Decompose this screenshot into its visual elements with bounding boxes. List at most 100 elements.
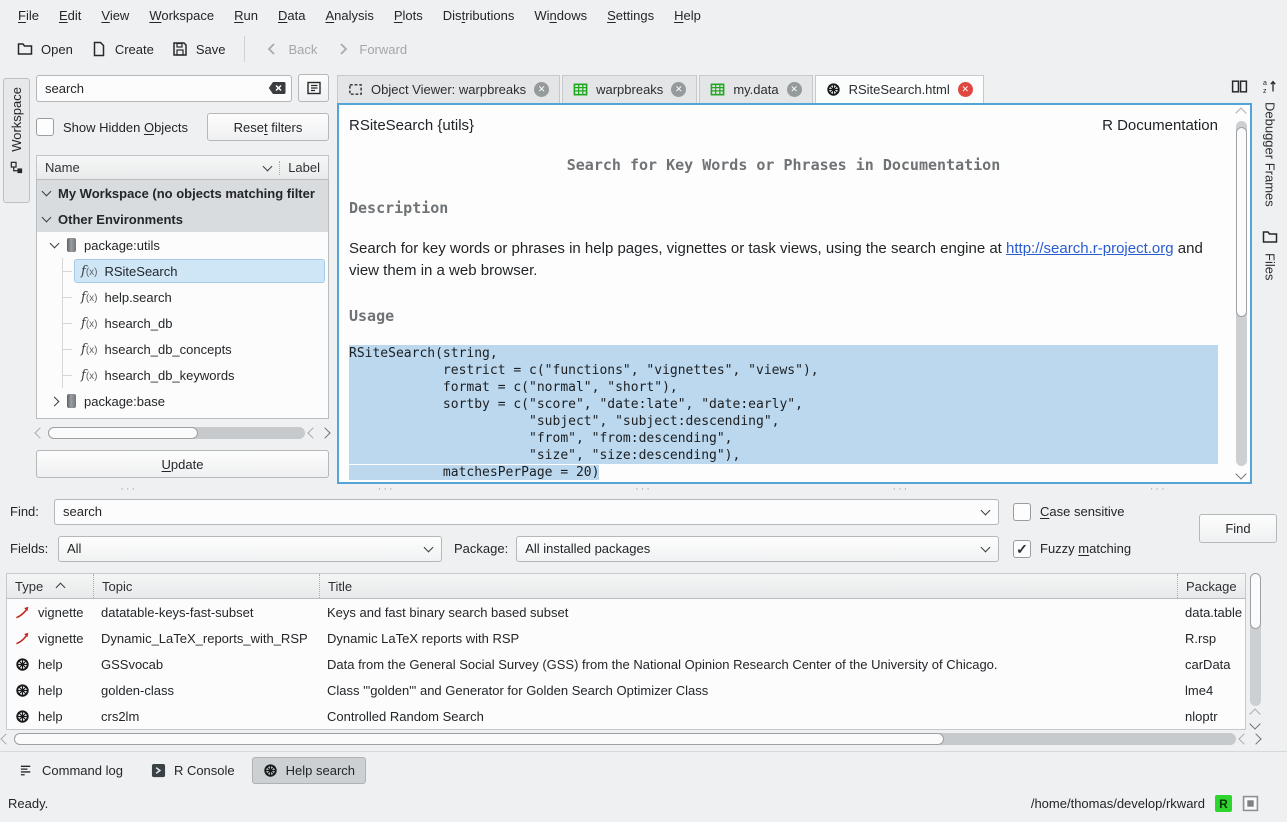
tree-item-help-search[interactable]: f(x)help.search: [63, 284, 328, 310]
menu-view[interactable]: View: [91, 4, 139, 27]
horizontal-splitter[interactable]: ···············: [0, 484, 1287, 493]
chevron-down-icon[interactable]: [42, 213, 52, 223]
close-icon[interactable]: [787, 82, 802, 97]
fuzzy-matching-checkbox[interactable]: [1013, 540, 1031, 558]
menu-file[interactable]: File: [8, 4, 49, 27]
reset-filters-button[interactable]: Reset filters: [207, 113, 329, 141]
split-view-button[interactable]: [1231, 78, 1248, 95]
tree-section-my-workspace[interactable]: My Workspace (no objects matching filter: [37, 180, 328, 206]
result-type[interactable]: help: [7, 651, 93, 677]
result-topic[interactable]: golden-class: [93, 677, 319, 703]
result-package[interactable]: nloptr: [1177, 703, 1247, 729]
find-combobox[interactable]: [54, 499, 999, 525]
scrollbar-thumb[interactable]: [48, 427, 198, 439]
result-title[interactable]: Data from the General Social Survey (GSS…: [319, 651, 1177, 677]
menu-distributions[interactable]: Distributions: [433, 4, 525, 27]
forward-button[interactable]: Forward: [326, 35, 416, 63]
tree-item-hsearch-db-concepts[interactable]: f(x)hsearch_db_concepts: [63, 336, 328, 362]
tab-object-viewer-warpbreaks[interactable]: Object Viewer: warpbreaks: [337, 75, 560, 103]
chevron-right-icon[interactable]: [50, 396, 60, 406]
menu-help[interactable]: Help: [664, 4, 711, 27]
clear-search-icon[interactable]: [268, 81, 286, 95]
menu-settings[interactable]: Settings: [597, 4, 664, 27]
result-package[interactable]: carData: [1177, 651, 1247, 677]
tree-item-rsitesearch[interactable]: f(x)RSiteSearch: [63, 258, 328, 284]
tree-item-package-base[interactable]: package:base: [37, 388, 328, 414]
result-topic[interactable]: Dynamic_LaTeX_reports_with_RSP: [93, 625, 319, 651]
command-log-tab[interactable]: Command log: [8, 757, 134, 784]
type-column-header[interactable]: Type: [7, 574, 93, 598]
tab-warpbreaks[interactable]: warpbreaks: [562, 75, 697, 103]
result-topic[interactable]: GSSvocab: [93, 651, 319, 677]
open-button[interactable]: Open: [8, 35, 82, 63]
search-r-project-link[interactable]: http://search.r-project.org: [1006, 240, 1174, 257]
workspace-panel: Show Hidden Objects Reset filters Name L…: [36, 74, 329, 478]
find-input[interactable]: [55, 500, 998, 524]
package-column-header[interactable]: Package: [1177, 574, 1247, 598]
name-column-header[interactable]: Name: [45, 160, 80, 175]
scroll-left-arrow[interactable]: [34, 427, 45, 438]
scroll-left-arrow[interactable]: [0, 733, 11, 744]
tree-item-hsearch-db[interactable]: f(x)hsearch_db: [63, 310, 328, 336]
tree-section-other-environments[interactable]: Other Environments: [37, 206, 328, 232]
result-topic[interactable]: crs2lm: [93, 703, 319, 729]
close-icon[interactable]: [534, 82, 549, 97]
files-dock-tab[interactable]: Files: [1262, 229, 1278, 280]
scrollbar-thumb[interactable]: [14, 733, 944, 745]
object-filter-input[interactable]: [36, 75, 292, 102]
r-console-tab[interactable]: R Console: [140, 757, 246, 784]
filter-options-button[interactable]: [298, 74, 329, 102]
scrollbar-thumb[interactable]: [1236, 127, 1247, 317]
case-sensitive-checkbox[interactable]: [1013, 503, 1031, 521]
menu-windows[interactable]: Windows: [524, 4, 597, 27]
show-hidden-checkbox[interactable]: [36, 118, 54, 136]
result-package[interactable]: lme4: [1177, 677, 1247, 703]
result-type[interactable]: help: [7, 703, 93, 729]
menu-edit[interactable]: Edit: [49, 4, 91, 27]
working-directory: /home/thomas/develop/rkward: [1031, 796, 1205, 811]
scroll-right-arrow[interactable]: [319, 427, 330, 438]
usage-code-block[interactable]: RSiteSearch(string, restrict = c("functi…: [349, 345, 1218, 481]
result-topic[interactable]: datatable-keys-fast-subset: [93, 599, 319, 625]
create-button[interactable]: Create: [82, 35, 163, 63]
save-button[interactable]: Save: [163, 35, 235, 63]
topic-column-header[interactable]: Topic: [93, 574, 319, 598]
back-button[interactable]: Back: [255, 35, 326, 63]
tree-item-package-utils[interactable]: package:utils: [37, 232, 328, 258]
debugger-frames-dock-tab[interactable]: Debugger Frames: [1262, 78, 1278, 207]
close-icon[interactable]: [958, 82, 973, 97]
tree-item-hsearch-db-keywords[interactable]: f(x)hsearch_db_keywords: [63, 362, 328, 388]
interrupt-r-icon[interactable]: [1242, 795, 1259, 812]
scroll-down-arrow[interactable]: [1235, 468, 1246, 479]
result-title[interactable]: Keys and fast binary search based subset: [319, 599, 1177, 625]
result-title[interactable]: Controlled Random Search: [319, 703, 1177, 729]
right-dock-strip: Debugger Frames Files: [1253, 70, 1287, 752]
scroll-left-arrow[interactable]: [1238, 733, 1249, 744]
update-button[interactable]: Update: [36, 450, 329, 478]
chevron-down-icon[interactable]: [50, 239, 60, 249]
menu-plots[interactable]: Plots: [384, 4, 433, 27]
help-search-tab[interactable]: Help search: [252, 757, 366, 784]
scroll-up-arrow[interactable]: [1235, 107, 1246, 118]
result-type[interactable]: vignette: [7, 625, 93, 651]
scroll-left-arrow[interactable]: [307, 427, 318, 438]
workspace-dock-tab[interactable]: Workspace: [3, 78, 30, 203]
result-package[interactable]: R.rsp: [1177, 625, 1247, 651]
result-title[interactable]: Dynamic LaTeX reports with RSP: [319, 625, 1177, 651]
fields-combobox[interactable]: All: [58, 536, 442, 562]
label-column-header[interactable]: Label: [288, 160, 320, 175]
menu-data[interactable]: Data: [268, 4, 315, 27]
menu-workspace[interactable]: Workspace: [139, 4, 224, 27]
result-type[interactable]: vignette: [7, 599, 93, 625]
tab-rsitesearch-html[interactable]: RSiteSearch.html: [815, 75, 984, 103]
result-type[interactable]: help: [7, 677, 93, 703]
result-package[interactable]: data.table: [1177, 599, 1247, 625]
menu-run[interactable]: Run: [224, 4, 268, 27]
close-icon[interactable]: [671, 82, 686, 97]
title-column-header[interactable]: Title: [319, 574, 1177, 598]
result-title[interactable]: Class '"golden"' and Generator for Golde…: [319, 677, 1177, 703]
menu-analysis[interactable]: Analysis: [315, 4, 383, 27]
tab-my-data[interactable]: my.data: [699, 75, 812, 103]
package-combobox[interactable]: All installed packages: [516, 536, 999, 562]
chevron-down-icon[interactable]: [42, 187, 52, 197]
